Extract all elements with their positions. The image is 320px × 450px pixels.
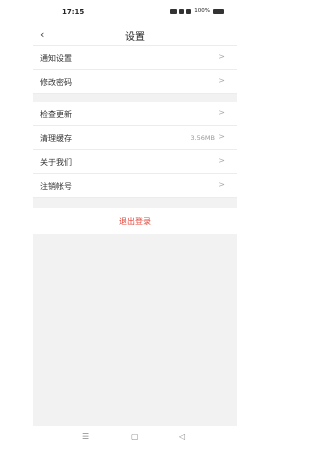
status-icons: 100% bbox=[170, 8, 224, 14]
logout-button[interactable]: 退出登录 bbox=[33, 208, 237, 234]
row-label: 清理缓存 bbox=[40, 134, 72, 143]
signal-icon bbox=[179, 8, 185, 14]
chevron-right-icon: > bbox=[218, 76, 225, 85]
top-nav-bar: ‹ 设置 bbox=[33, 24, 237, 46]
row-delete-account[interactable]: 注销帐号 > bbox=[33, 174, 237, 198]
system-nav-bar: ☰ ▢ ◁ bbox=[33, 426, 237, 450]
row-change-password[interactable]: 修改密码 > bbox=[33, 70, 237, 94]
chevron-right-icon: > bbox=[218, 132, 225, 141]
row-clear-cache[interactable]: 清理缓存 3.56MB > bbox=[33, 126, 237, 150]
row-label: 检查更新 bbox=[40, 110, 72, 119]
wifi-icon bbox=[170, 8, 178, 14]
row-check-update[interactable]: 检查更新 > bbox=[33, 102, 237, 126]
section-divider bbox=[33, 94, 237, 102]
row-label: 修改密码 bbox=[40, 78, 72, 87]
row-about-us[interactable]: 关于我们 > bbox=[33, 150, 237, 174]
cache-size: 3.56MB bbox=[190, 134, 215, 142]
row-label: 注销帐号 bbox=[40, 182, 72, 191]
nfc-icon bbox=[186, 8, 192, 14]
chevron-right-icon: > bbox=[218, 180, 225, 189]
battery-icon bbox=[213, 8, 224, 14]
row-label: 通知设置 bbox=[40, 54, 72, 63]
back-icon[interactable]: ◁ bbox=[179, 432, 185, 441]
chevron-right-icon: > bbox=[218, 52, 225, 61]
status-bar: 17:15 100% bbox=[33, 0, 237, 26]
row-label: 关于我们 bbox=[40, 158, 72, 167]
home-icon[interactable]: ▢ bbox=[131, 432, 139, 441]
section-divider bbox=[33, 198, 237, 208]
empty-area bbox=[33, 234, 237, 426]
menu-icon[interactable]: ☰ bbox=[82, 432, 89, 441]
chevron-right-icon: > bbox=[218, 156, 225, 165]
battery-percent: 100% bbox=[194, 8, 210, 14]
chevron-right-icon: > bbox=[218, 108, 225, 117]
settings-screen: 17:15 100% ‹ 设置 通知设置 > 修改密码 > 检查更新 > 清理缓… bbox=[33, 0, 237, 450]
status-time: 17:15 bbox=[62, 8, 85, 16]
page-title: 设置 bbox=[125, 32, 145, 43]
row-notification-settings[interactable]: 通知设置 > bbox=[33, 46, 237, 70]
